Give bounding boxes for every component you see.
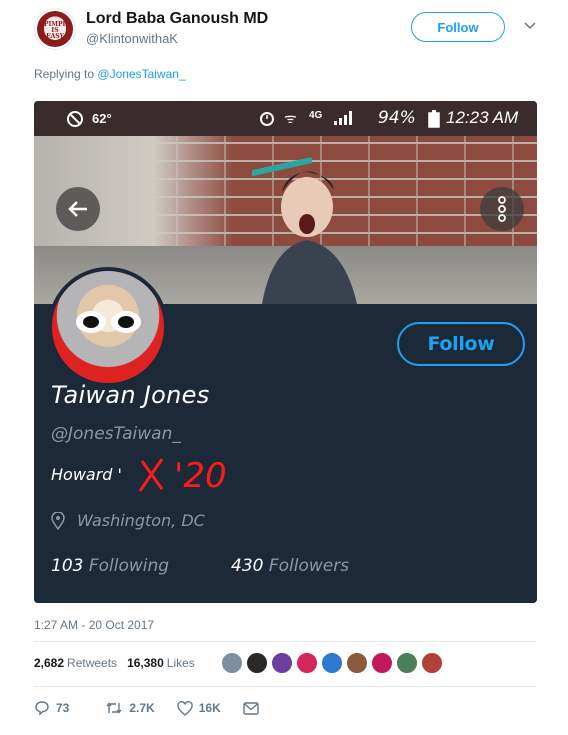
following-count: 103 xyxy=(51,556,84,576)
battery-percent: 94% xyxy=(378,108,416,128)
following-stat: 103 Following xyxy=(51,556,169,576)
profile-name: Taiwan Jones xyxy=(51,381,210,409)
retweets-label: Retweets xyxy=(67,656,118,670)
profile-bio: Howard ' xyxy=(51,465,122,484)
liker-avatar[interactable] xyxy=(371,652,393,674)
direct-message-button[interactable] xyxy=(243,701,259,715)
battery-icon xyxy=(428,110,440,128)
reply-context: Replying to @JonesTaiwan_ xyxy=(34,67,186,81)
profile-picture xyxy=(48,267,168,387)
following-label: Following xyxy=(88,556,170,576)
phone-clock: 12:23 AM xyxy=(446,108,519,127)
liker-avatar[interactable] xyxy=(221,652,243,674)
follow-button[interactable]: Follow xyxy=(411,12,505,42)
author-handle[interactable]: @KlintonwithaK xyxy=(86,31,178,46)
signal-icon xyxy=(334,111,352,125)
liker-avatar[interactable] xyxy=(346,652,368,674)
liker-avatar[interactable] xyxy=(321,652,343,674)
arrow-left-icon xyxy=(68,201,87,217)
likes-count: 16,380 xyxy=(127,656,164,670)
reply-to-link[interactable]: @JonesTaiwan_ xyxy=(97,67,185,81)
reply-button[interactable]: 73 xyxy=(34,700,69,716)
retweets-stat[interactable]: 2,682 Retweets xyxy=(34,656,117,670)
followers-stat: 430 Followers xyxy=(231,556,349,576)
alarm-icon xyxy=(260,112,274,126)
retweet-count: 2.7K xyxy=(129,701,155,715)
temperature: 62° xyxy=(92,111,112,126)
location-text: Washington, DC xyxy=(77,511,205,530)
liker-avatar[interactable] xyxy=(296,652,318,674)
heart-icon xyxy=(176,700,193,716)
profile-follow-button: Follow xyxy=(397,322,525,366)
divider xyxy=(34,686,536,687)
like-count: 16K xyxy=(198,701,221,715)
reply-count: 73 xyxy=(56,701,70,715)
chevron-down-icon[interactable] xyxy=(523,19,537,33)
banner-person-image xyxy=(252,157,357,304)
seal-logo: PIMPIN IS EASY xyxy=(37,11,73,47)
liker-avatar[interactable] xyxy=(396,652,418,674)
followers-count: 430 xyxy=(231,556,264,576)
profile-handle: @JonesTaiwan_ xyxy=(51,424,181,444)
retweets-count: 2,682 xyxy=(34,656,65,670)
author-avatar[interactable]: PIMPIN IS EASY xyxy=(34,8,76,50)
reply-icon xyxy=(35,701,49,716)
followers-label: Followers xyxy=(268,556,350,576)
tweet-header: PIMPIN IS EASY Lord Baba Ganoush MD @Kli… xyxy=(0,0,568,60)
liker-avatar[interactable] xyxy=(271,652,293,674)
sunglasses-graphic xyxy=(76,311,141,333)
profile-location: Washington, DC xyxy=(51,511,205,530)
back-button xyxy=(56,187,100,231)
location-pin-icon xyxy=(51,511,65,530)
reply-prefix: Replying to xyxy=(34,67,95,81)
more-options-button xyxy=(480,187,524,231)
retweet-icon xyxy=(106,702,122,714)
scribble-year: '20 xyxy=(174,456,227,496)
like-button[interactable]: 16K xyxy=(176,700,221,716)
liker-avatar[interactable] xyxy=(246,652,268,674)
more-vertical-icon xyxy=(498,196,506,222)
tweet-timestamp[interactable]: 1:27 AM - 20 Oct 2017 xyxy=(34,618,154,632)
divider xyxy=(34,641,536,642)
liker-avatars xyxy=(221,652,443,674)
envelope-icon xyxy=(243,701,259,715)
do-not-disturb-icon xyxy=(67,111,83,127)
tweet-media[interactable]: 62° ᯤ 4G 94% 12:23 AM Follow Taiwan Jone… xyxy=(34,101,537,603)
engagement-stats: 2,682 Retweets 16,380 Likes xyxy=(34,656,195,670)
wifi-icon: ᯤ xyxy=(284,110,297,126)
red-scribble-overlay: '20 xyxy=(138,456,227,496)
retweet-button[interactable]: 2.7K xyxy=(105,700,155,716)
likes-stat[interactable]: 16,380 Likes xyxy=(127,656,195,670)
author-name[interactable]: Lord Baba Ganoush MD xyxy=(86,10,268,28)
phone-status-bar: 62° ᯤ 4G 94% 12:23 AM xyxy=(34,101,537,136)
tweet-actions: 73 2.7K 16K xyxy=(34,700,281,716)
likes-label: Likes xyxy=(166,656,195,670)
liker-avatar[interactable] xyxy=(421,652,443,674)
network-type: 4G xyxy=(309,110,323,121)
